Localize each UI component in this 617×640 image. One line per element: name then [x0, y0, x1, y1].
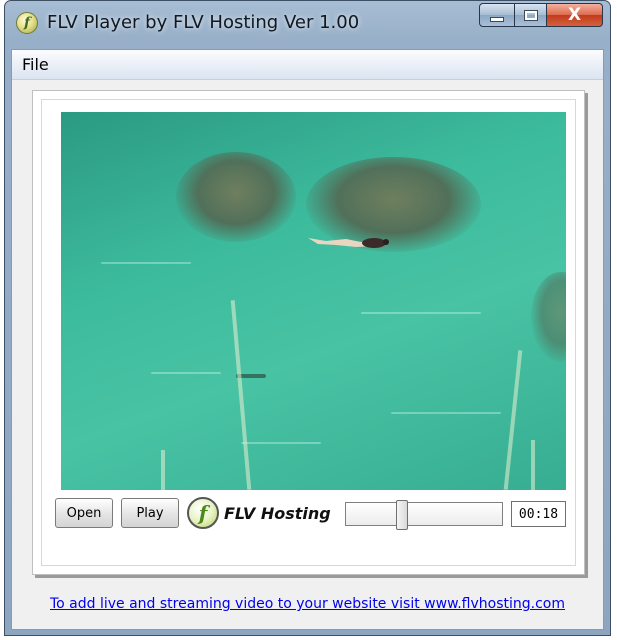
title-bar[interactable]: f FLV Player by FLV Hosting Ver 1.00 X	[5, 1, 610, 45]
video-display[interactable]	[61, 112, 566, 490]
menu-bar: File	[12, 50, 603, 80]
video-grass	[531, 440, 535, 490]
player-controls: Open Play f FLV Hosting 00:18	[55, 494, 566, 532]
window-title: FLV Player by FLV Hosting Ver 1.00	[47, 12, 360, 33]
video-ripple	[361, 312, 481, 314]
video-ripple	[101, 262, 191, 264]
minimize-button[interactable]	[479, 3, 515, 27]
video-rock	[176, 152, 296, 242]
seek-slider-thumb[interactable]	[396, 500, 408, 530]
menu-item-file[interactable]: File	[22, 55, 49, 74]
play-button[interactable]: Play	[121, 498, 179, 528]
seek-slider[interactable]	[345, 500, 503, 530]
player-panel: Open Play f FLV Hosting 00:18	[32, 90, 585, 575]
maximize-button[interactable]	[515, 3, 547, 27]
time-display: 00:18	[511, 501, 566, 527]
video-rock	[531, 272, 566, 362]
flv-logo-glyph: f	[198, 501, 208, 525]
window-controls: X	[479, 3, 603, 29]
app-window: f FLV Player by FLV Hosting Ver 1.00 X F…	[4, 0, 611, 636]
video-swimmer	[308, 238, 389, 248]
app-icon-glyph: f	[23, 15, 31, 31]
video-grass	[230, 300, 252, 490]
video-ripple	[151, 372, 221, 374]
video-ripple	[241, 442, 321, 444]
close-icon: X	[567, 5, 582, 25]
flv-hosting-logo: f FLV Hosting	[187, 494, 342, 532]
video-ripple	[391, 412, 501, 414]
client-area: File Open Play f FLV Hosting 00:18 To ad…	[11, 49, 604, 630]
flv-logo-text: FLV Hosting	[224, 503, 331, 523]
video-grass	[161, 450, 165, 490]
app-icon[interactable]: f	[16, 12, 38, 34]
video-grass	[503, 350, 523, 490]
close-button[interactable]: X	[547, 3, 603, 27]
flvhosting-promo-link[interactable]: To add live and streaming video to your …	[12, 596, 603, 612]
flv-logo-icon: f	[187, 497, 219, 529]
open-button[interactable]: Open	[55, 498, 113, 528]
minimize-icon	[490, 17, 504, 22]
maximize-icon	[524, 10, 537, 20]
